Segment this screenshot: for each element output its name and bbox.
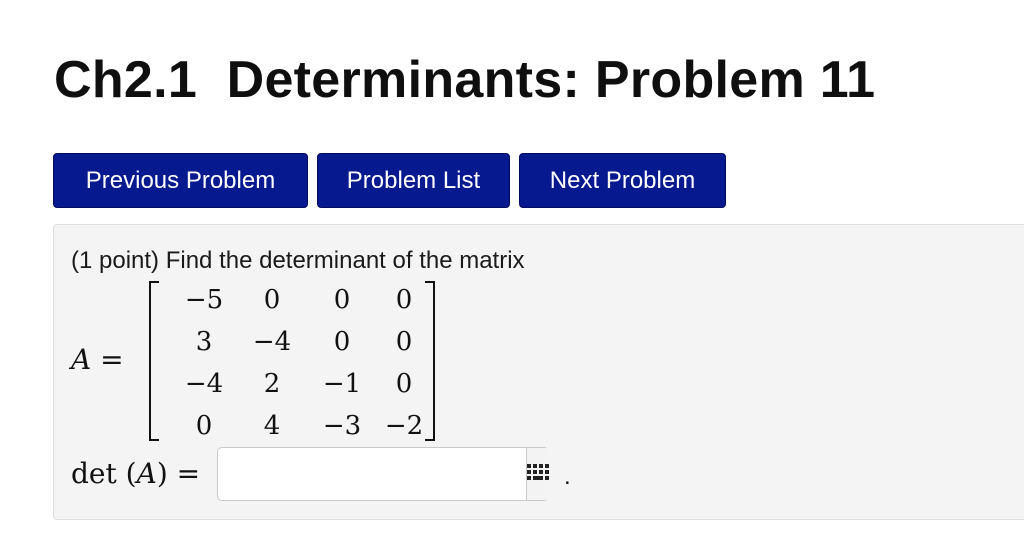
matrix-cell: −3 bbox=[322, 411, 362, 441]
determinant-label: det (A) = bbox=[71, 457, 201, 490]
matrix-grid: −5 0 0 0 3 −4 0 0 −4 2 −1 0 0 4 −3 −2 bbox=[162, 283, 424, 441]
equals-sign: = bbox=[100, 343, 124, 376]
det-equals: = bbox=[176, 457, 201, 490]
previous-problem-button[interactable]: Previous Problem bbox=[53, 153, 308, 208]
problem-panel: (1 point) Find the determinant of the ma… bbox=[53, 224, 1024, 520]
matrix-name: A bbox=[71, 343, 92, 376]
keypad-grid-icon bbox=[527, 464, 549, 480]
matrix-cell: 0 bbox=[263, 285, 281, 315]
matrix-cell: −4 bbox=[184, 369, 224, 399]
problem-navigation: Previous Problem Problem List Next Probl… bbox=[53, 153, 726, 208]
det-argument: A bbox=[136, 457, 157, 490]
matrix-cell: −4 bbox=[252, 327, 292, 357]
answer-field-group bbox=[217, 447, 551, 501]
det-function: det bbox=[71, 457, 117, 490]
matrix-left-bracket bbox=[149, 281, 159, 441]
answer-input[interactable] bbox=[218, 448, 526, 500]
matrix-right-bracket bbox=[425, 281, 435, 441]
keypad-button[interactable] bbox=[526, 448, 551, 500]
matrix-label: A = bbox=[71, 343, 124, 376]
problem-list-button[interactable]: Problem List bbox=[317, 153, 510, 208]
matrix-cell: 0 bbox=[195, 411, 213, 441]
matrix-cell: 2 bbox=[263, 369, 281, 399]
matrix-cell: 4 bbox=[263, 411, 281, 441]
page-title: Ch2.1 Determinants: Problem 11 bbox=[54, 51, 876, 109]
matrix-cell: 0 bbox=[333, 327, 351, 357]
next-problem-button[interactable]: Next Problem bbox=[519, 153, 726, 208]
matrix-cell: 0 bbox=[333, 285, 351, 315]
matrix-cell: 3 bbox=[195, 327, 213, 357]
trailing-period: . bbox=[564, 463, 571, 490]
matrix-cell: −1 bbox=[322, 369, 362, 399]
matrix-cell: −5 bbox=[184, 285, 224, 315]
problem-statement: (1 point) Find the determinant of the ma… bbox=[71, 247, 525, 274]
